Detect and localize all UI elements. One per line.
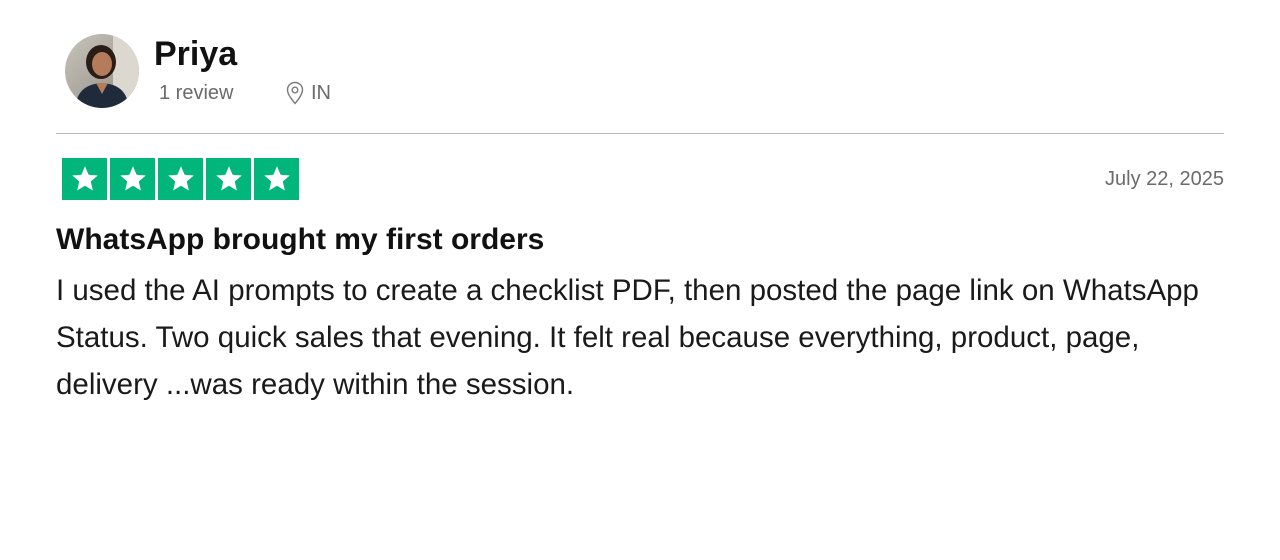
star-icon — [254, 158, 299, 200]
avatar-photo-icon — [65, 34, 139, 108]
review-card: Priya 1 review IN July 22, 2025 WhatsApp… — [56, 30, 1224, 408]
reviewer-name[interactable]: Priya — [154, 34, 331, 74]
review-title[interactable]: WhatsApp brought my first orders — [56, 222, 1224, 258]
star-icon — [62, 158, 107, 200]
review-count: 1 review — [159, 82, 234, 104]
reviewer-header: Priya 1 review IN — [56, 30, 1224, 108]
review-date: July 22, 2025 — [1105, 167, 1224, 190]
star-icon — [158, 158, 203, 200]
reviewer-info: Priya 1 review IN — [154, 34, 331, 106]
star-rating — [62, 158, 299, 200]
reviewer-meta: 1 review IN — [159, 80, 331, 106]
reviewer-avatar[interactable] — [65, 34, 139, 108]
star-icon — [206, 158, 251, 200]
divider — [56, 133, 1224, 134]
reviewer-location: IN — [286, 80, 331, 106]
rating-row: July 22, 2025 — [56, 158, 1224, 200]
location-label: IN — [311, 82, 331, 104]
star-icon — [110, 158, 155, 200]
map-pin-icon — [286, 81, 304, 105]
review-body: I used the AI prompts to create a checkl… — [56, 274, 1199, 401]
